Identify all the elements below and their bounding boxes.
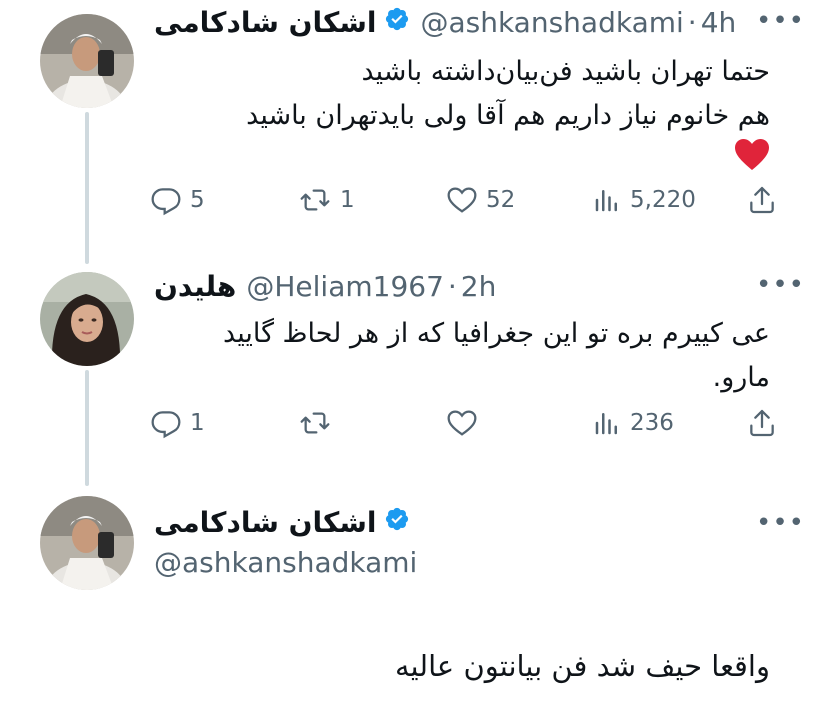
tweet-text: حتما تهران باشید فن‌بیان‌داشته باشید هم … [246,50,770,186]
like-button[interactable]: 52 [446,184,515,216]
share-button[interactable] [746,184,786,216]
like-icon [447,187,477,213]
retweet-icon [300,189,330,211]
like-count: 52 [486,187,516,213]
user-handle[interactable]: @ashkanshadkami [420,6,683,39]
retweet-button[interactable]: 1 [298,184,355,216]
thread-line [85,370,89,486]
tweet-header: اشکان شادکامی @ashkanshadkami · 4h [154,6,736,39]
tweet-header: هلیدن @Heliam1967 · 2h [154,270,496,303]
more-icon[interactable]: ••• [756,508,805,538]
views-icon [595,190,617,212]
reply-button[interactable]: 5 [150,184,205,216]
timestamp[interactable]: 4h [701,6,737,39]
reply-icon [151,188,181,216]
reply-button[interactable]: 1 [150,407,205,439]
views-button[interactable]: 5,220 [592,184,696,216]
reply-icon [151,411,181,439]
like-button[interactable] [446,407,486,439]
tweet-line: واقعا حیف شد فن بیانتون عالیه [394,649,770,683]
tweet-header: اشکان شادکامی [154,506,420,539]
retweet-icon [300,412,330,434]
retweet-count: 1 [340,187,355,213]
like-icon [447,410,477,436]
avatar[interactable] [40,496,134,590]
retweet-button[interactable] [298,407,340,439]
tweet-line: هم خانوم نیاز داریم هم آقا ولی بایدتهران… [246,100,770,131]
reply-count: 5 [190,187,205,213]
share-icon [750,409,774,437]
more-icon[interactable]: ••• [756,6,805,36]
tweet-line: مارو. [712,362,770,393]
heart-emoji [246,138,770,186]
display-name[interactable]: هلیدن [154,270,236,303]
tweet-actions: 5 1 52 5,220 [150,184,790,224]
reply-count: 1 [190,410,205,436]
views-count: 5,220 [630,187,696,213]
tweet-text: عی کییرم بره تو این جغرافیا که از هر لحا… [223,312,770,400]
avatar[interactable] [40,14,134,108]
tweet-line: حتما تهران باشید فن‌بیان‌داشته باشید [361,56,770,87]
share-button[interactable] [746,407,786,439]
avatar[interactable] [40,272,134,366]
more-icon[interactable]: ••• [756,270,805,300]
tweet-actions: 1 236 [150,407,790,447]
display-name[interactable]: اشکان شادکامی [154,6,376,39]
views-count: 236 [630,410,674,436]
separator-dot: · [447,270,457,303]
thread-line [85,112,89,264]
user-handle[interactable]: @Heliam1967 [246,270,444,303]
share-icon [750,186,774,214]
timestamp[interactable]: 2h [461,270,497,303]
display-name[interactable]: اشکان شادکامی [154,506,376,539]
separator-dot: · [687,6,697,39]
tweet-line: عی کییرم بره تو این جغرافیا که از هر لحا… [223,318,770,349]
views-icon [595,413,617,435]
user-handle[interactable]: @ashkanshadkami [154,546,417,579]
tweet-text: واقعا حیف شد فن بیانتون عالیه [395,644,770,688]
verified-badge-icon [384,6,410,39]
views-button[interactable]: 236 [592,407,674,439]
verified-badge-icon [384,506,410,539]
tweet-header-handle: @ashkanshadkami [154,546,417,579]
